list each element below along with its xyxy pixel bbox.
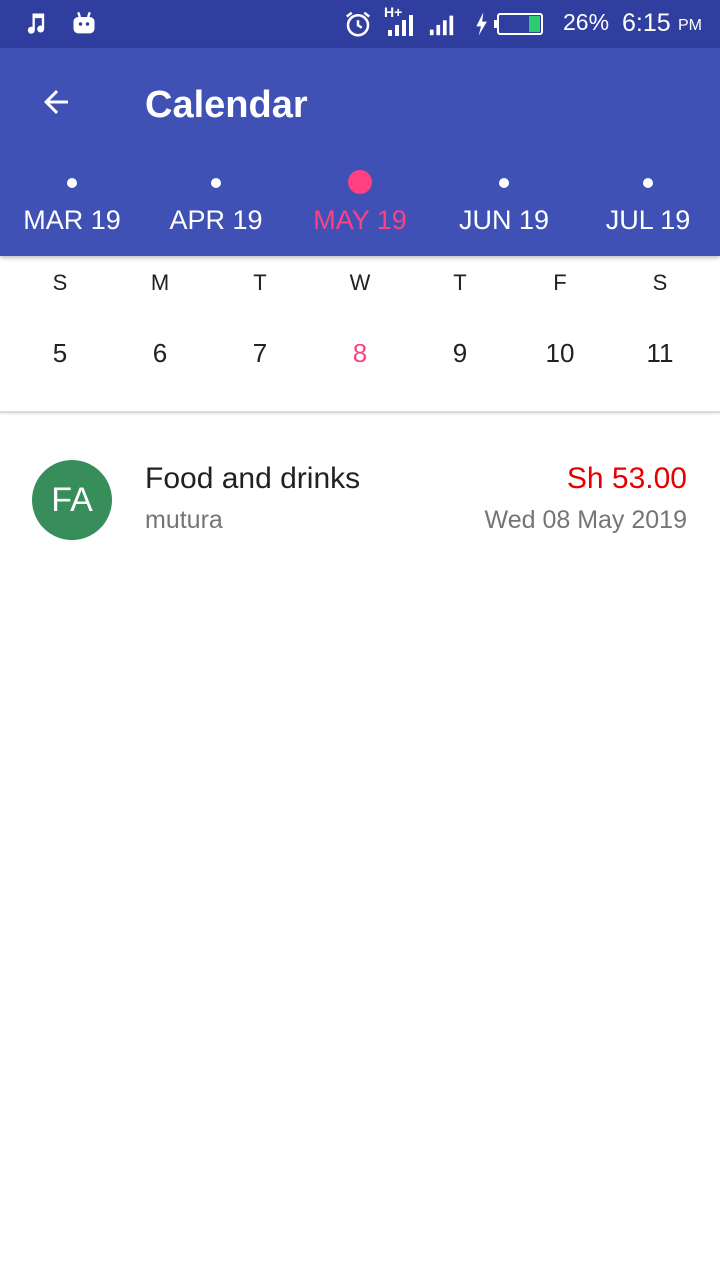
month-label: MAR 19 <box>23 205 121 235</box>
month-tab-apr-19[interactable]: APR 19 <box>144 158 288 256</box>
arrow-back-icon <box>38 84 74 125</box>
status-bar: H+ 26% 6:15 PM <box>0 0 720 48</box>
day-cell[interactable]: 11 <box>610 338 710 369</box>
month-dot-indicator-selected <box>348 170 372 194</box>
signal-icon <box>428 10 456 38</box>
day-cell[interactable]: 9 <box>410 338 510 369</box>
app-bar: Calendar MAR 19 APR 19 MAY 19 JUN 19 JUL… <box>0 48 720 256</box>
battery-icon <box>494 10 546 38</box>
month-label: JUL 19 <box>605 205 691 235</box>
month-tab-jul-19[interactable]: JUL 19 <box>576 158 720 256</box>
weekday-label: T <box>453 270 467 295</box>
month-label: MAY 19 <box>313 205 407 235</box>
day-cell-selected[interactable]: 8 <box>310 338 410 369</box>
weekday-label: W <box>349 270 371 295</box>
avatar: FA <box>32 460 112 540</box>
month-dot-indicator <box>67 178 77 188</box>
month-tab-mar-19[interactable]: MAR 19 <box>0 158 144 256</box>
day-cell[interactable]: 7 <box>210 338 310 369</box>
android-icon <box>70 10 98 38</box>
battery-percent: 26% <box>563 9 610 35</box>
charging-icon <box>472 10 490 38</box>
music-note-icon <box>22 10 50 38</box>
clock-time: 6:15 <box>622 9 671 37</box>
back-button[interactable] <box>24 72 88 136</box>
clock-ampm: PM <box>678 17 702 34</box>
page-title: Calendar <box>145 84 308 126</box>
entry-amount: Sh 53.00 <box>566 462 687 495</box>
weekday-label: S <box>652 270 668 295</box>
month-dot-indicator <box>643 178 653 188</box>
list-item[interactable]: FA Food and drinks mutura Sh 53.00 Wed 0… <box>0 440 720 560</box>
day-cell[interactable]: 10 <box>510 338 610 369</box>
month-label: APR 19 <box>169 205 263 235</box>
signal-icon <box>386 10 416 38</box>
month-dot-indicator <box>499 178 509 188</box>
divider <box>0 411 720 413</box>
week-strip: S M T W T F S 5 6 7 8 9 10 11 <box>10 256 710 412</box>
alarm-icon <box>343 10 373 38</box>
month-tab-jun-19[interactable]: JUN 19 <box>432 158 576 256</box>
entry-subtitle: mutura <box>145 506 223 534</box>
month-selector: MAR 19 APR 19 MAY 19 JUN 19 JUL 19 <box>0 158 720 256</box>
weekday-label: S <box>52 270 68 295</box>
weekday-label: M <box>150 270 170 295</box>
entry-title: Food and drinks <box>145 462 361 495</box>
entry-date: Wed 08 May 2019 <box>484 506 687 534</box>
day-cell[interactable]: 5 <box>10 338 110 369</box>
month-dot-indicator <box>211 178 221 188</box>
month-tab-may-19[interactable]: MAY 19 <box>288 158 432 256</box>
weekday-label: T <box>253 270 267 295</box>
month-label: JUN 19 <box>458 205 550 235</box>
weekday-label: F <box>553 270 567 295</box>
day-cell[interactable]: 6 <box>110 338 210 369</box>
